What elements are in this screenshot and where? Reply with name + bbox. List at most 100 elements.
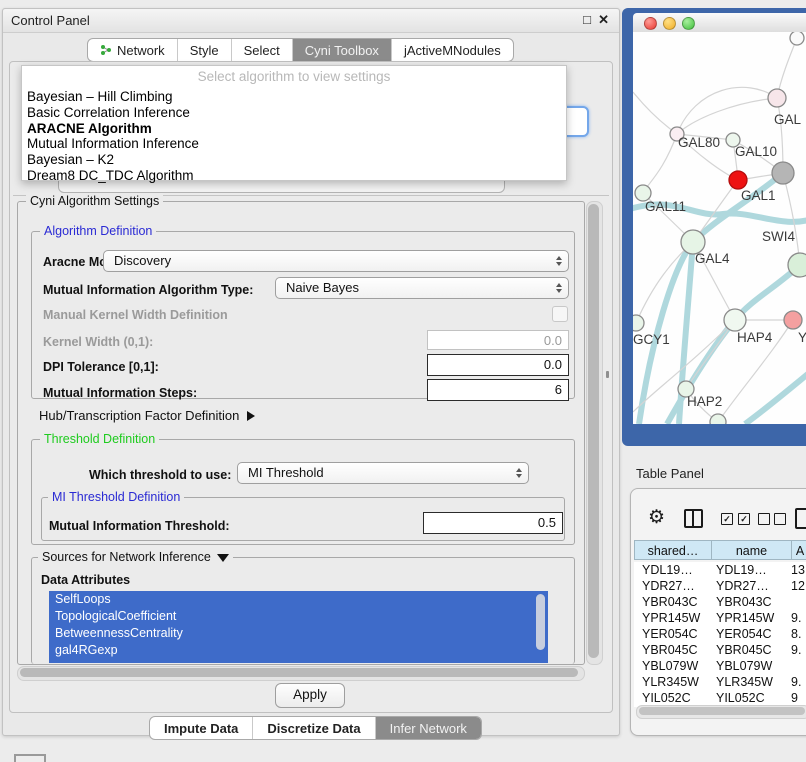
close-window-icon[interactable]: ✕ <box>598 12 609 28</box>
collapse-down-icon <box>217 554 229 562</box>
node-label: HAP4 <box>737 330 773 345</box>
tab-impute-data[interactable]: Impute Data <box>150 717 253 739</box>
tab-discretize-data[interactable]: Discretize Data <box>253 717 375 739</box>
table-body: YDL19… YDL19… 13 YDR27… YDR27… 12 YBR043… <box>634 562 806 707</box>
checked-checkbox-icon[interactable]: ✓ <box>738 513 750 525</box>
close-traffic-light-icon[interactable] <box>644 17 657 30</box>
algorithm-dropdown-placeholder: Select algorithm to view settings <box>22 66 566 89</box>
data-attributes-list[interactable]: SelfLoops TopologicalCoefficient Between… <box>49 591 548 663</box>
dpi-tolerance-field[interactable]: 0.0 <box>427 354 569 376</box>
which-threshold-combo[interactable]: MI Threshold <box>237 462 529 484</box>
tab-infer-network[interactable]: Infer Network <box>376 717 481 739</box>
node-label: HAP2 <box>687 394 722 409</box>
network-node[interactable] <box>633 315 644 331</box>
vertical-scrollbar[interactable] <box>586 201 603 665</box>
network-window-titlebar[interactable] <box>633 13 806 32</box>
horizontal-scrollbar-thumb[interactable] <box>20 668 578 677</box>
network-node-selected-red[interactable] <box>729 171 747 189</box>
table-scrollbar-thumb[interactable] <box>639 707 805 715</box>
splitpane-gripper[interactable] <box>606 371 609 378</box>
algorithm-dropdown-list: Select algorithm to view settings Bayesi… <box>21 65 567 181</box>
network-node[interactable] <box>788 253 806 277</box>
network-node[interactable] <box>768 89 786 107</box>
mi-type-combo[interactable]: Naive Bayes <box>275 277 569 299</box>
node-label: Y <box>798 330 806 345</box>
network-node[interactable] <box>710 414 726 424</box>
table-row[interactable]: YDR27… YDR27… 12 <box>634 578 806 594</box>
table-row[interactable]: YDL19… YDL19… 13 <box>634 562 806 578</box>
table-row[interactable]: YPR145W YPR145W 9. <box>634 610 806 626</box>
vertical-scrollbar-thumb[interactable] <box>588 204 599 658</box>
kernel-width-label: Kernel Width (0,1): <box>43 335 153 349</box>
algorithm-option[interactable]: Bayesian – K2 <box>22 152 566 168</box>
mi-threshold-label: Mutual Information Threshold: <box>49 519 230 533</box>
minimized-panel-icon[interactable] <box>14 754 46 762</box>
network-node[interactable] <box>724 309 746 331</box>
column-header-clipped[interactable]: A <box>791 540 806 560</box>
tab-network[interactable]: Network <box>88 39 178 61</box>
sources-group-title[interactable]: Sources for Network Inference <box>38 550 233 564</box>
horizontal-scrollbar[interactable] <box>17 666 585 681</box>
unchecked-checkbox-icon[interactable] <box>774 513 786 525</box>
algorithm-option[interactable]: Bayesian – Hill Climbing <box>22 89 566 105</box>
attribute-item[interactable]: SelfLoops <box>49 591 548 608</box>
document-icon[interactable] <box>795 508 806 529</box>
algorithm-option[interactable]: Mutual Information Inference <box>22 136 566 152</box>
column-header-shared-name[interactable]: shared… <box>634 540 711 560</box>
algorithm-option[interactable]: Basic Correlation Inference <box>22 105 566 121</box>
network-node[interactable] <box>772 162 794 184</box>
table-header: shared… name A <box>634 540 806 560</box>
table-horizontal-scrollbar[interactable] <box>636 705 806 719</box>
dpi-tolerance-label: DPI Tolerance [0,1]: <box>43 360 159 374</box>
combo-stepper-icon <box>516 468 522 478</box>
zoom-traffic-light-icon[interactable] <box>682 17 695 30</box>
node-label: GAL1 <box>741 188 776 203</box>
column-header-name[interactable]: name <box>711 540 791 560</box>
which-threshold-label: Which threshold to use: <box>89 468 231 482</box>
network-graph: GAL GAL80 GAL10 GAL1 GAL11 SWI4 GAL4 GCY… <box>633 32 806 424</box>
aracne-mode-combo[interactable]: Discovery <box>103 250 569 272</box>
node-label: GAL10 <box>735 144 777 159</box>
mi-steps-field[interactable]: 6 <box>427 379 569 401</box>
control-panel-title: Control Panel <box>11 13 90 28</box>
checked-checkbox-icon[interactable]: ✓ <box>721 513 733 525</box>
bottom-tabbar: Impute Data Discretize Data Infer Networ… <box>149 716 482 740</box>
hub-section-toggle[interactable]: Hub/Transcription Factor Definition <box>39 408 255 423</box>
mi-threshold-field[interactable]: 0.5 <box>423 512 563 534</box>
settings-gear-icon[interactable]: ⚙ <box>648 506 665 529</box>
network-node[interactable] <box>784 311 802 329</box>
manual-kernel-checkbox[interactable] <box>552 306 568 322</box>
algorithm-option-selected[interactable]: ARACNE Algorithm <box>22 121 566 137</box>
table-row[interactable]: YER054C YER054C 8. <box>634 626 806 642</box>
node-label: GCY1 <box>633 332 670 347</box>
apply-button[interactable]: Apply <box>275 683 345 708</box>
float-window-icon[interactable]: □ <box>583 12 591 27</box>
list-scrollbar[interactable] <box>536 594 545 650</box>
kernel-width-field[interactable]: 0.0 <box>427 330 569 350</box>
node-label: GAL4 <box>695 251 730 266</box>
node-label: SWI4 <box>762 229 795 244</box>
attribute-item[interactable]: BetweennessCentrality <box>49 625 548 642</box>
column-layout-icon[interactable] <box>684 509 703 528</box>
unchecked-checkbox-icon[interactable] <box>758 513 770 525</box>
network-canvas[interactable]: GAL GAL80 GAL10 GAL1 GAL11 SWI4 GAL4 GCY… <box>633 32 806 424</box>
tab-select[interactable]: Select <box>232 39 293 61</box>
mi-type-label: Mutual Information Algorithm Type: <box>43 283 253 297</box>
tab-jactivemnodules[interactable]: jActiveMNodules <box>392 39 513 61</box>
attribute-item[interactable]: gal4RGexp <box>49 642 548 659</box>
table-row[interactable]: YLR345W YLR345W 9. <box>634 674 806 690</box>
algorithm-option[interactable]: Dream8 DC_TDC Algorithm <box>22 168 566 184</box>
control-panel-titlebar: Control Panel □ ✕ <box>3 9 619 33</box>
minimize-traffic-light-icon[interactable] <box>663 17 676 30</box>
tab-cyni-toolbox[interactable]: Cyni Toolbox <box>293 39 392 61</box>
manual-kernel-label: Manual Kernel Width Definition <box>43 308 228 322</box>
network-icon <box>100 44 112 56</box>
attribute-item[interactable]: TopologicalCoefficient <box>49 608 548 625</box>
table-row[interactable]: YBL079W YBL079W <box>634 658 806 674</box>
tab-style[interactable]: Style <box>178 39 232 61</box>
network-node-labels: GAL GAL80 GAL10 GAL1 GAL11 SWI4 GAL4 GCY… <box>633 112 806 409</box>
table-row[interactable]: YBR043C YBR043C <box>634 594 806 610</box>
table-row[interactable]: YBR045C YBR045C 9. <box>634 642 806 658</box>
network-node[interactable] <box>790 32 804 45</box>
table-row[interactable]: YIL052C YIL052C 9 <box>634 690 806 706</box>
